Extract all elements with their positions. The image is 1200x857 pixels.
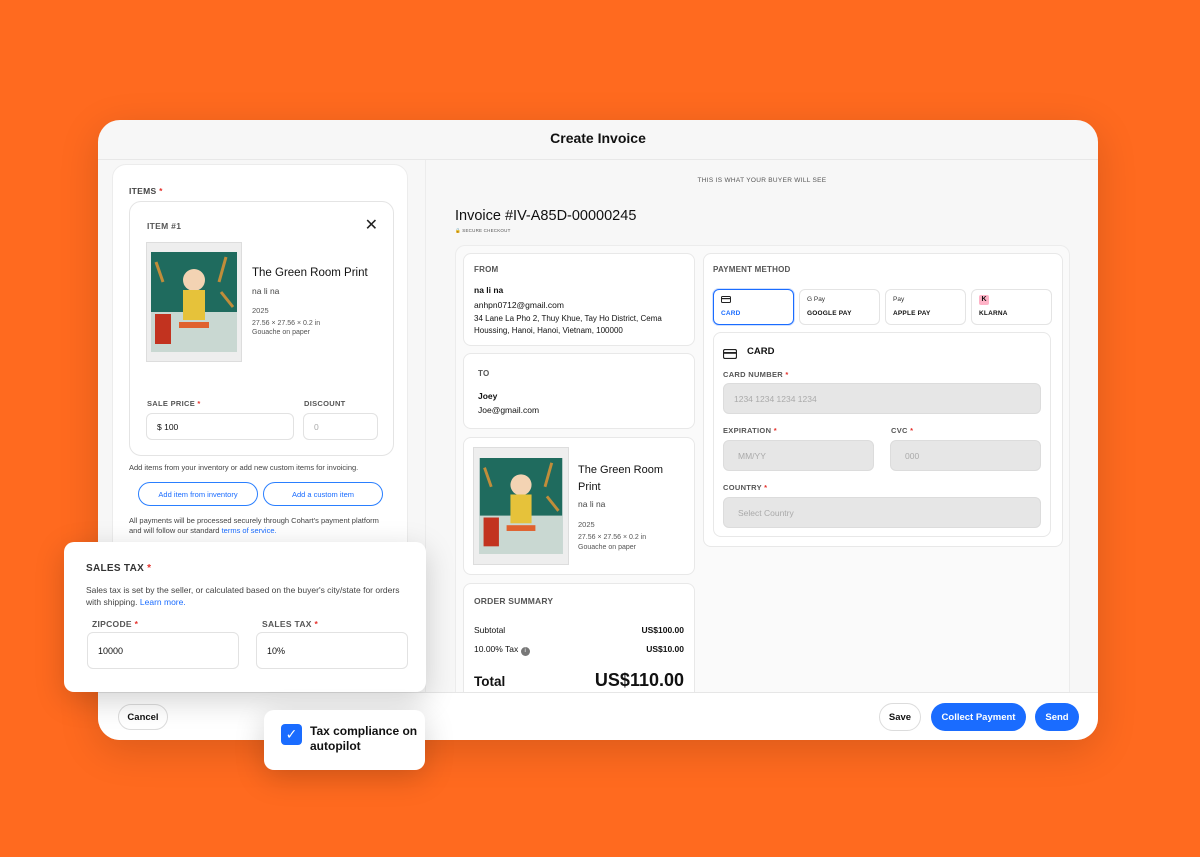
to-name: Joey: [478, 391, 498, 401]
preview-item-title-1: The Green Room: [578, 464, 663, 476]
google-pay-icon: G Pay: [807, 296, 826, 303]
cvc-label: CVC *: [891, 426, 914, 435]
sales-tax-description: Sales tax is set by the seller, or calcu…: [86, 585, 400, 607]
lock-icon: 🔒: [455, 228, 461, 233]
item-dimensions: 27.56 × 27.56 × 0.2 in: [252, 320, 321, 327]
terms-link[interactable]: terms of service.: [222, 526, 277, 535]
pay-option-apple-pay-label: APPLE PAY: [893, 310, 931, 317]
tax-value: US$10.00: [646, 644, 684, 654]
item-year: 2025: [252, 306, 269, 315]
card-number-label: CARD NUMBER *: [723, 370, 789, 379]
sale-price-input[interactable]: $ 100: [146, 413, 294, 440]
item-title: The Green Room Print: [252, 267, 368, 279]
to-card: TO Joey Joe@gmail.com: [463, 353, 695, 429]
card-form-title: CARD: [747, 346, 775, 357]
sales-tax-card: SALES TAX * Sales tax is set by the sell…: [64, 542, 426, 692]
artwork-thumbnail: [146, 242, 242, 362]
preview-body: FROM na li na anhpn0712@gmail.com 34 Lan…: [455, 245, 1070, 713]
total-value: US$110.00: [594, 670, 684, 690]
payments-note: All payments will be processed securely …: [129, 516, 379, 525]
collect-payment-button[interactable]: Collect Payment: [931, 703, 1026, 731]
invoice-preview: THIS IS WHAT YOUR BUYER WILL SEE Invoice…: [425, 160, 1098, 713]
tax-line: 10.00% Tax i: [474, 644, 530, 656]
cancel-button[interactable]: Cancel: [118, 704, 168, 730]
sales-tax-title: SALES TAX *: [86, 563, 152, 574]
zipcode-input[interactable]: 10000: [87, 632, 239, 669]
pay-option-card[interactable]: CARD: [713, 289, 794, 325]
klarna-icon: K: [979, 295, 989, 305]
country-select[interactable]: Select Country: [723, 497, 1041, 528]
payment-method-label: PAYMENT METHOD: [713, 265, 791, 274]
close-icon[interactable]: ✕: [365, 215, 378, 235]
preview-item-medium: Gouache on paper: [578, 544, 636, 551]
sales-tax-rate-input[interactable]: 10%: [256, 632, 408, 669]
pay-option-google-pay[interactable]: G Pay GOOGLE PAY: [799, 289, 880, 325]
cvc-input[interactable]: 000: [890, 440, 1041, 471]
card-form-icon: [722, 346, 738, 364]
zipcode-label: ZIPCODE *: [92, 619, 139, 629]
pay-option-apple-pay[interactable]: Pay APPLE PAY: [885, 289, 966, 325]
discount-label: DISCOUNT: [304, 399, 346, 408]
preview-item-title-2: Print: [578, 481, 601, 493]
item-medium: Gouache on paper: [252, 329, 310, 336]
preview-item-artist: na li na: [578, 499, 606, 509]
preview-artwork-thumbnail: [473, 447, 569, 565]
pay-option-klarna-label: KLARNA: [979, 310, 1008, 317]
from-email: anhpn0712@gmail.com: [474, 300, 564, 310]
total-label: Total: [474, 674, 506, 689]
from-card: FROM na li na anhpn0712@gmail.com 34 Lan…: [463, 253, 695, 346]
items-label: ITEMS *: [129, 186, 163, 196]
artwork-image: [151, 252, 237, 352]
order-summary-label: ORDER SUMMARY: [474, 596, 554, 606]
buyer-note: THIS IS WHAT YOUR BUYER WILL SEE: [697, 177, 827, 184]
add-items-hint: Add items from your inventory or add new…: [129, 463, 359, 472]
sale-price-label: SALE PRICE *: [147, 399, 201, 408]
expiration-input[interactable]: MM/YY: [723, 440, 874, 471]
item-card: ITEM #1 ✕ The Green Room Print na li na …: [129, 201, 394, 456]
modal-title: Create Invoice: [550, 130, 646, 146]
to-email: Joe@gmail.com: [478, 405, 540, 415]
add-from-inventory-button[interactable]: Add item from inventory: [138, 482, 258, 506]
payments-note-2: and will follow our standard terms of se…: [129, 526, 277, 535]
card-form: CARD CARD NUMBER * 1234 1234 1234 1234 E…: [713, 332, 1051, 537]
subtotal-label: Subtotal: [474, 625, 506, 635]
to-label: TO: [478, 369, 490, 378]
preview-item-card: The Green Room Print na li na 2025 27.56…: [463, 437, 695, 575]
from-address-1: 34 Lane La Pho 2, Thuy Khue, Tay Ho Dist…: [474, 314, 662, 323]
modal-footer: Cancel Save Collect Payment Send: [98, 692, 1098, 740]
payment-card: PAYMENT METHOD CARD G Pay GOOGLE PAY Pay…: [703, 253, 1063, 547]
sales-tax-rate-label: SALES TAX *: [262, 619, 319, 629]
pay-option-card-label: CARD: [721, 310, 741, 317]
card-number-input[interactable]: 1234 1234 1234 1234: [723, 383, 1041, 414]
pay-option-google-pay-label: GOOGLE PAY: [807, 310, 852, 317]
discount-input[interactable]: 0: [303, 413, 378, 440]
preview-item-year: 2025: [578, 520, 595, 529]
subtotal-value: US$100.00: [641, 625, 684, 635]
tax-compliance-badge: ✓ Tax compliance on autopilot: [264, 710, 425, 770]
learn-more-link[interactable]: Learn more.: [140, 597, 186, 607]
send-button[interactable]: Send: [1035, 703, 1079, 731]
preview-item-dimensions: 27.56 × 27.56 × 0.2 in: [578, 534, 647, 541]
country-label: COUNTRY *: [723, 483, 768, 492]
info-icon[interactable]: i: [520, 647, 530, 656]
from-label: FROM: [474, 265, 499, 274]
card-icon: [721, 296, 731, 305]
item-number: ITEM #1: [147, 221, 182, 231]
apple-pay-icon: Pay: [893, 296, 905, 303]
secure-checkout: 🔒 SECURE CHECKOUT: [455, 228, 511, 233]
item-artist: na li na: [252, 286, 280, 296]
tax-compliance-text: Tax compliance on autopilot: [310, 724, 418, 753]
from-address-2: Houssing, Hanoi, Hanoi, Vietnam, 100000: [474, 326, 623, 335]
pay-option-klarna[interactable]: K KLARNA: [971, 289, 1052, 325]
preview-artwork-image: [479, 458, 563, 554]
save-button[interactable]: Save: [879, 703, 921, 731]
add-custom-item-button[interactable]: Add a custom item: [263, 482, 383, 506]
checkmark-icon: ✓: [281, 724, 302, 745]
from-name: na li na: [474, 285, 504, 295]
expiration-label: EXPIRATION *: [723, 426, 777, 435]
invoice-title: Invoice #IV-A85D-00000245: [455, 208, 637, 224]
